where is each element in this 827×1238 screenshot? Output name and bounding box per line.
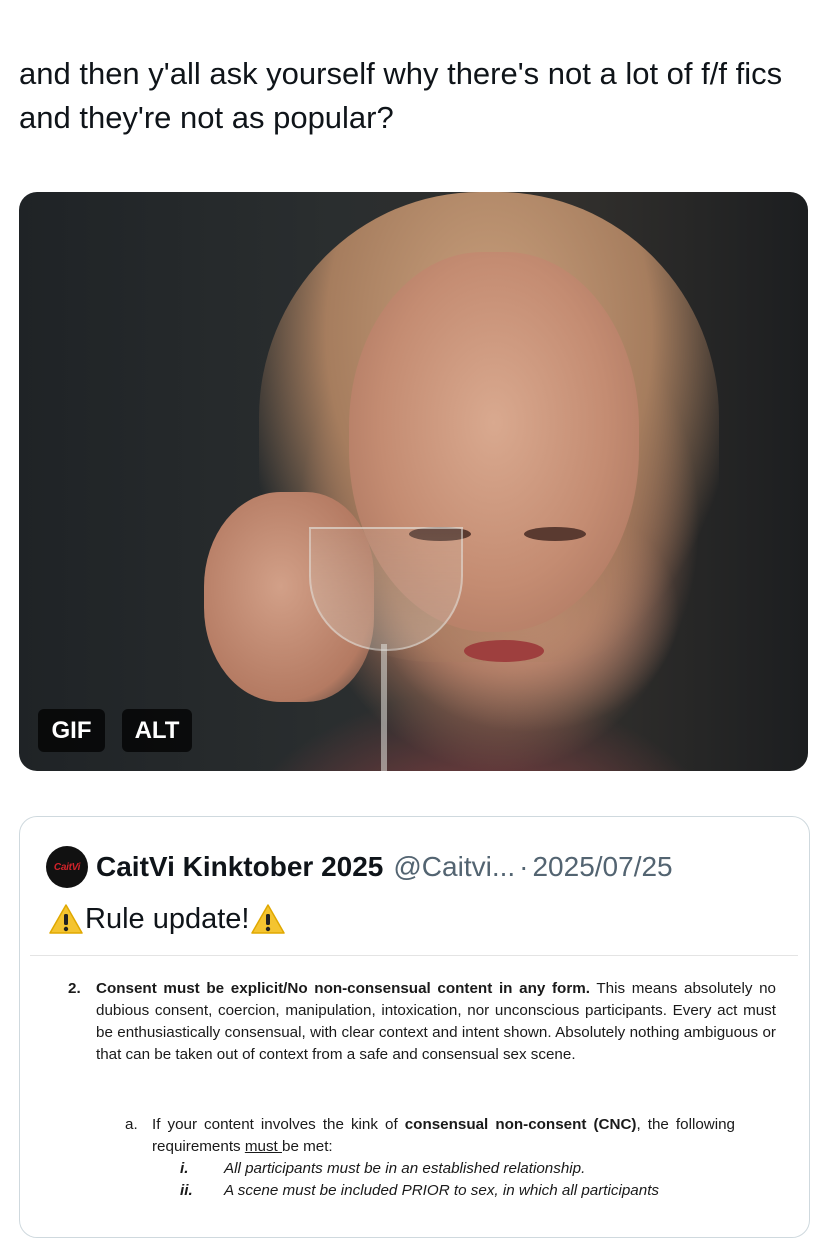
gif-media[interactable] [19, 192, 808, 771]
warning-icon [251, 903, 286, 935]
avatar[interactable]: CaitVi [46, 846, 88, 888]
roman-numeral: i. [180, 1160, 189, 1177]
subitem-text-end: be met: [282, 1138, 333, 1155]
avatar-logo-text: CaitVi [53, 861, 81, 873]
quoted-author-name[interactable]: CaitVi Kinktober 2025 [96, 851, 383, 883]
alt-badge[interactable]: ALT [122, 709, 192, 752]
warning-icon [49, 903, 83, 935]
roman-text: A scene must be included PRIOR to sex, i… [224, 1182, 660, 1199]
quoted-post-text: Rule update! [47, 899, 287, 939]
rule-heading: Consent must be explicit/No non-consensu… [96, 980, 590, 997]
media-lips [464, 640, 544, 662]
quoted-post[interactable]: CaitVi CaitVi Kinktober 2025 @Caitvi... … [19, 816, 810, 1238]
subitem-underline: must [244, 1138, 282, 1155]
media-glass-stem [381, 644, 387, 771]
media-eye-right [524, 527, 586, 541]
quoted-post-header: CaitVi CaitVi Kinktober 2025 @Caitvi... … [46, 846, 806, 888]
gif-badge[interactable]: GIF [38, 709, 105, 752]
roman-text: All participants must be in an establish… [224, 1160, 586, 1177]
subitem-text: If your content involves the kink of con… [152, 1114, 735, 1158]
post-text: and then y'all ask yourself why there's … [19, 56, 783, 135]
quoted-author-handle[interactable]: @Caitvi... [393, 851, 515, 883]
subitem-letter: a. [125, 1116, 138, 1133]
rule-number: 2. [68, 980, 81, 997]
rule-body: Consent must be explicit/No non-consensu… [96, 978, 776, 1066]
subitem-bold: consensual non-consent (CNC) [404, 1116, 637, 1133]
roman-numeral: ii. [180, 1182, 193, 1199]
document-screenshot[interactable]: 2. Consent must be explicit/No non-conse… [30, 955, 798, 1237]
quoted-post-date[interactable]: 2025/07/25 [532, 851, 672, 883]
separator-dot: · [519, 851, 529, 882]
quoted-post-message: Rule update! [85, 903, 250, 935]
subitem-text-start: If your content involves the kink of [152, 1116, 405, 1133]
